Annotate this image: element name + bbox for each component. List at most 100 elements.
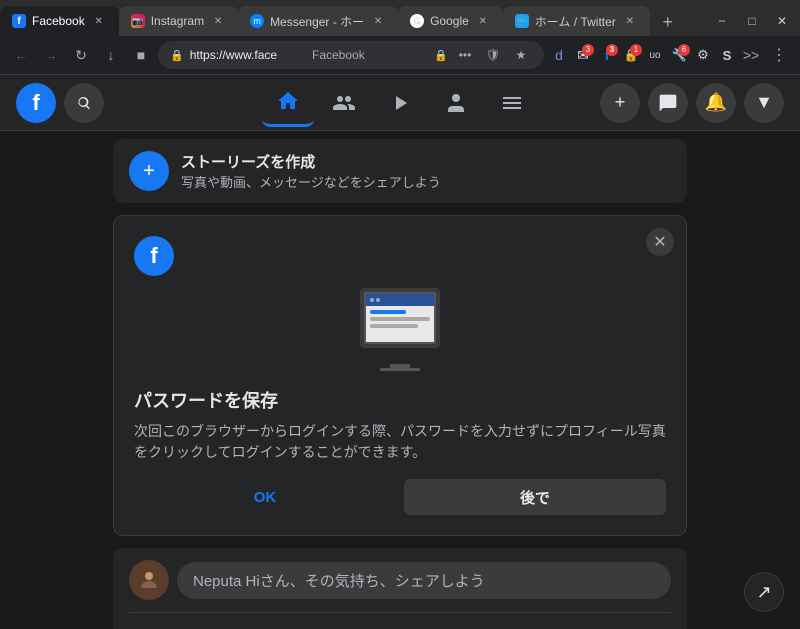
ext-uo-icon[interactable]: uo (644, 44, 666, 66)
fb-nav-center (262, 79, 538, 127)
ext-discord-icon[interactable]: d (548, 44, 570, 66)
floating-action-button[interactable]: ↗ (744, 572, 784, 612)
tab-close-instagram[interactable]: ✕ (210, 13, 226, 29)
ext-s-icon[interactable]: S (716, 44, 738, 66)
main-content: + ストーリーズを作成 写真や動画、メッセージなどをシェアしよう ✕ f (0, 131, 800, 629)
user-avatar (129, 560, 169, 600)
account-button[interactable]: ▼ (744, 83, 784, 123)
tab-messenger[interactable]: m Messenger - ホー ✕ (238, 6, 398, 36)
screen-dot-2 (376, 298, 380, 302)
fb-nav-right: + 🔔 ▼ (600, 83, 784, 123)
reload-button[interactable]: ↻ (68, 42, 94, 68)
tab-close-twitter[interactable]: ✕ (622, 13, 638, 29)
download-button[interactable]: ↓ (98, 42, 124, 68)
ext-vpn-badge: 1 (630, 44, 642, 56)
tab-close-messenger[interactable]: ✕ (370, 13, 386, 29)
post-input-row: Neputa Hiさん、その気持ち、シェアしよう (129, 560, 671, 600)
nav-friends-button[interactable] (318, 79, 370, 127)
post-box: Neputa Hiさん、その気持ち、シェアしよう 📹 ライブ動画 🖼 写真・動画… (113, 548, 687, 629)
browser-menu-button[interactable]: ⋮ (766, 42, 792, 68)
forward-button[interactable]: → (38, 42, 64, 68)
extensions-area: d ✉ 3 f 3 🔒 1 uo 🔧 6 ⚙ S >> (548, 44, 762, 66)
lock-icon: 🔒 (170, 49, 184, 62)
tab-close-google[interactable]: ✕ (475, 13, 491, 29)
create-story-text: ストーリーズを作成 写真や動画、メッセージなどをシェアしよう (181, 151, 441, 191)
tab-google[interactable]: G Google ✕ (398, 6, 503, 36)
groups-icon (444, 91, 468, 115)
star-button[interactable]: ★ (510, 44, 532, 66)
close-button[interactable]: ✕ (768, 10, 796, 32)
tab-favicon-twitter: 🐦 (515, 14, 529, 28)
screen-line-3 (370, 324, 418, 328)
ext-vpn-icon[interactable]: 🔒 1 (620, 44, 642, 66)
shield-button[interactable]: 🛡 (482, 44, 504, 66)
address-input-wrap[interactable]: 🔒 https://www.face Facebook 🔒 ••• 🛡 ★ (158, 41, 544, 69)
create-button[interactable]: + (600, 83, 640, 123)
nav-groups-button[interactable] (430, 79, 482, 127)
dialog-screen-top (366, 294, 434, 306)
tab-facebook[interactable]: f Facebook ✕ (0, 6, 119, 36)
watch-icon (388, 91, 412, 115)
tab-favicon-instagram: 📷 (131, 14, 145, 28)
screen-line-1 (370, 310, 406, 314)
create-story-card[interactable]: + ストーリーズを作成 写真や動画、メッセージなどをシェアしよう (113, 139, 687, 203)
ext-more-icon[interactable]: >> (740, 44, 762, 66)
dialog-later-button[interactable]: 後で (404, 479, 666, 515)
tab-label-twitter: ホーム / Twitter (535, 13, 616, 30)
tab-bar: f Facebook ✕ 📷 Instagram ✕ m Messenger -… (0, 0, 800, 36)
tab-favicon-facebook: f (12, 14, 26, 28)
messenger-button[interactable] (648, 83, 688, 123)
create-story-title: ストーリーズを作成 (181, 151, 441, 172)
tab-favicon-messenger: m (250, 14, 264, 28)
avatar-icon (137, 568, 161, 592)
create-story-subtitle: 写真や動画、メッセージなどをシェアしよう (181, 172, 441, 191)
nav-menu-button[interactable] (486, 79, 538, 127)
address-bookmark: 🔒 (434, 49, 448, 62)
ext-gear-icon[interactable]: ⚙ (692, 44, 714, 66)
dialog-description: 次回このブラウザーからログインする際、パスワードを入力せずにプロフィール写真をク… (134, 421, 666, 463)
tab-twitter[interactable]: 🐦 ホーム / Twitter ✕ (503, 6, 650, 36)
home-button[interactable]: ■ (128, 42, 154, 68)
address-site: Facebook (312, 48, 428, 62)
nav-watch-button[interactable] (374, 79, 426, 127)
dialog-close-button[interactable]: ✕ (646, 228, 674, 256)
ext-mail-badge: 3 (582, 44, 594, 56)
ext-wrench-badge: 6 (678, 44, 690, 56)
post-actions: 📹 ライブ動画 🖼 写真・動画 😊 気分・アクティビティ (129, 612, 671, 629)
create-story-icon: + (129, 151, 169, 191)
facebook-nav: f (0, 75, 800, 131)
ext-fb-icon[interactable]: f 3 (596, 44, 618, 66)
dialog-screen-body (366, 306, 434, 342)
tab-label-facebook: Facebook (32, 14, 85, 28)
tab-favicon-google: G (410, 14, 424, 28)
facebook-logo[interactable]: f (16, 83, 56, 123)
dialog-screen-inner (364, 292, 436, 344)
friends-icon (332, 91, 356, 115)
ext-fb-badge: 3 (606, 44, 618, 56)
search-button[interactable] (64, 83, 104, 123)
monitor-base (380, 368, 420, 371)
menu-grid-icon (500, 91, 524, 115)
ext-mail-icon[interactable]: ✉ 3 (572, 44, 594, 66)
ext-wrench-icon[interactable]: 🔧 6 (668, 44, 690, 66)
dialog-title: パスワードを保存 (134, 387, 666, 413)
maximize-button[interactable]: □ (738, 10, 766, 32)
new-tab-button[interactable]: + (654, 8, 682, 36)
tab-instagram[interactable]: 📷 Instagram ✕ (119, 6, 238, 36)
dialog-monitor-image (360, 288, 440, 348)
dialog-ok-button[interactable]: OK (134, 479, 396, 515)
back-button[interactable]: ← (8, 42, 34, 68)
tab-close-facebook[interactable]: ✕ (91, 13, 107, 29)
address-more-button[interactable]: ••• (454, 44, 476, 66)
post-input[interactable]: Neputa Hiさん、その気持ち、シェアしよう (177, 562, 671, 599)
tab-label-instagram: Instagram (151, 14, 204, 28)
notifications-button[interactable]: 🔔 (696, 83, 736, 123)
address-text: https://www.face (190, 48, 306, 62)
browser-chrome: f Facebook ✕ 📷 Instagram ✕ m Messenger -… (0, 0, 800, 75)
window-controls: − □ ✕ (708, 10, 800, 36)
minimize-button[interactable]: − (708, 10, 736, 32)
screen-dot-1 (370, 298, 374, 302)
content-center: + ストーリーズを作成 写真や動画、メッセージなどをシェアしよう ✕ f (105, 139, 695, 629)
nav-home-button[interactable] (262, 79, 314, 127)
screen-line-2 (370, 317, 430, 321)
